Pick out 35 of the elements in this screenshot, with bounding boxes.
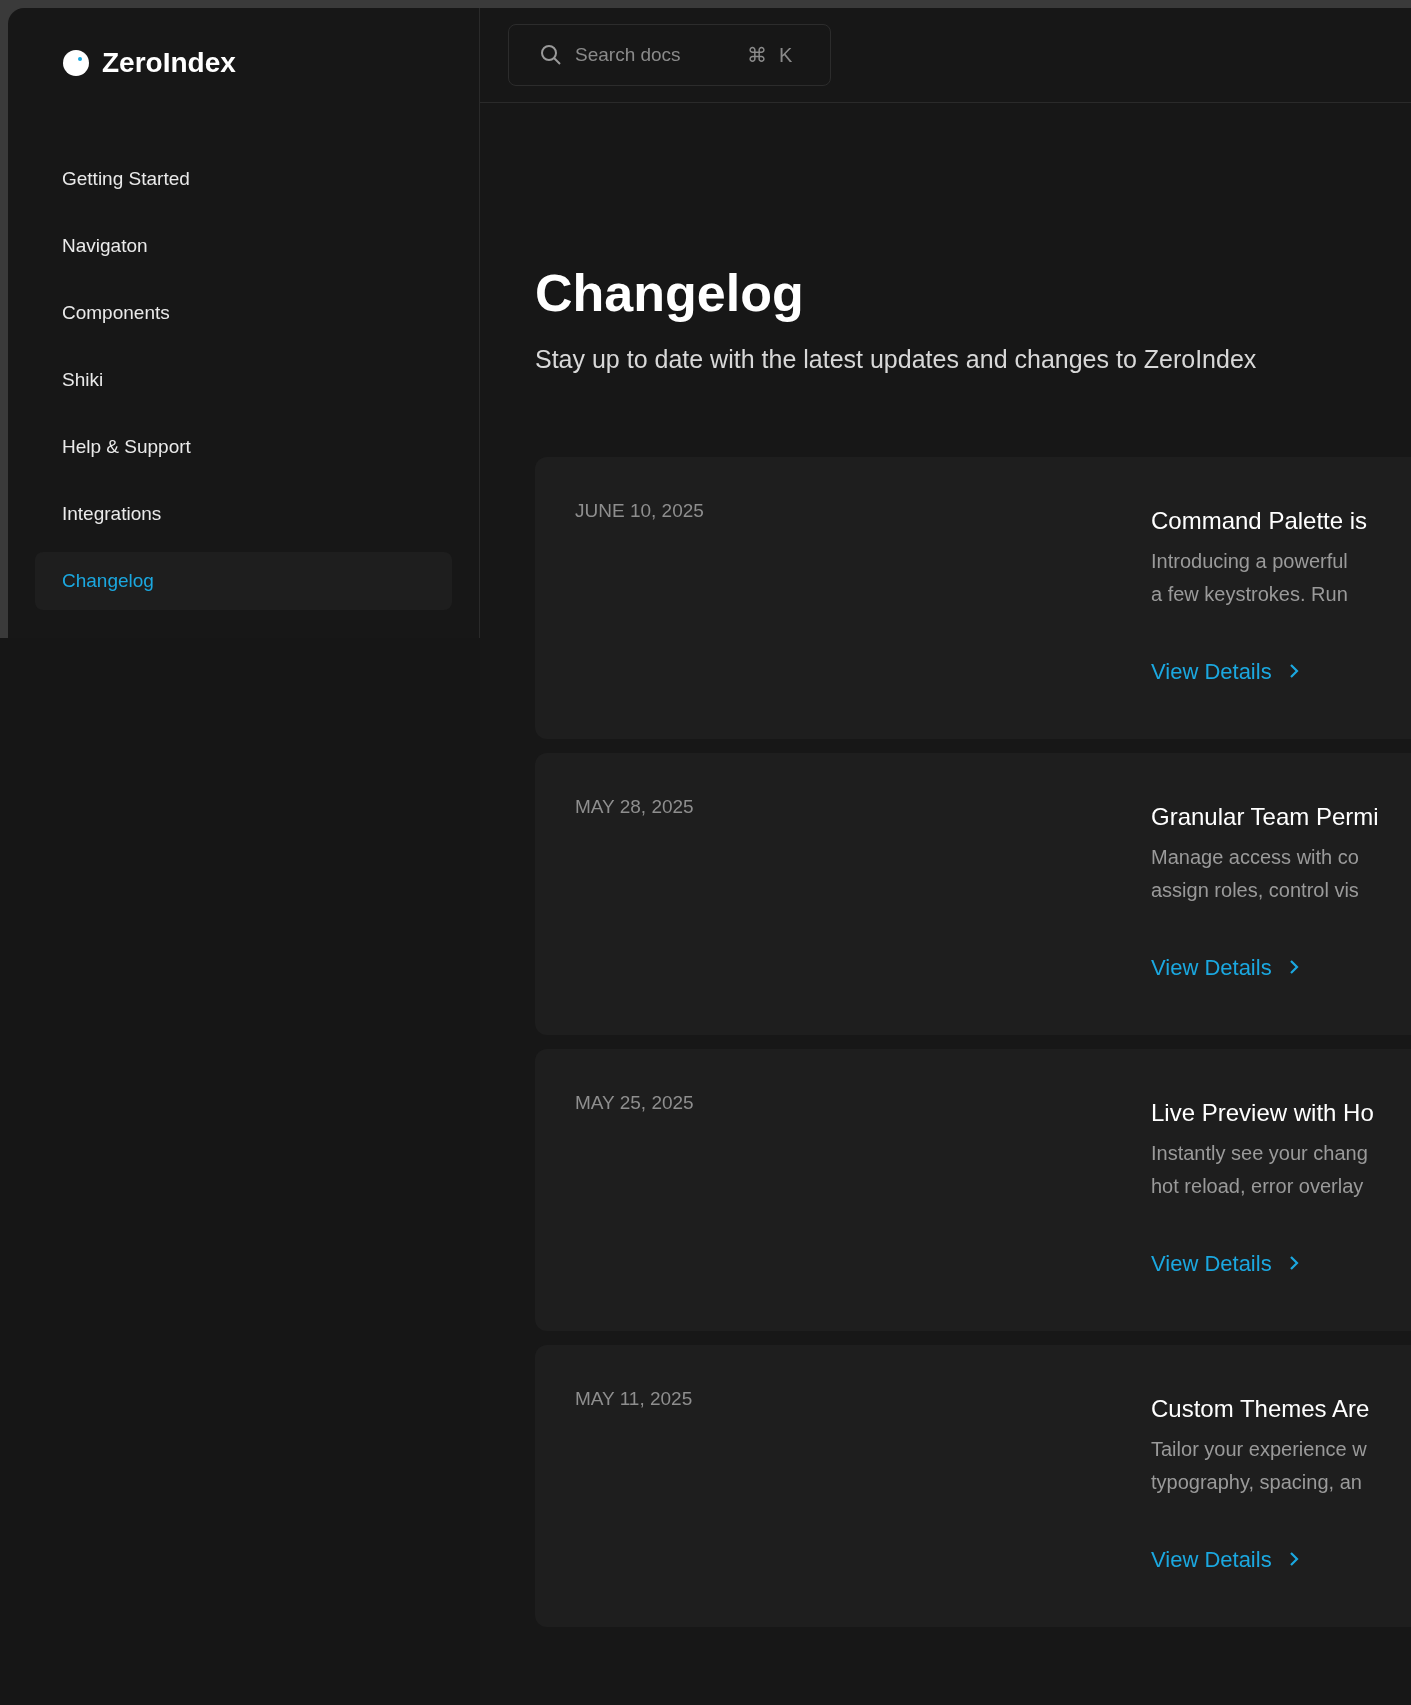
chevron-right-icon bbox=[1287, 959, 1300, 975]
chevron-right-icon bbox=[1287, 663, 1300, 679]
entry-title: Granular Team Permi bbox=[1151, 801, 1380, 832]
search-icon bbox=[539, 43, 563, 67]
view-details-link[interactable]: View Details bbox=[1151, 1542, 1410, 1576]
sidebar-item[interactable]: Integrations bbox=[35, 485, 452, 543]
logo-icon bbox=[62, 49, 90, 77]
entry-description: Manage access with co assign roles, control vis bbox=[1151, 844, 1360, 903]
entry-description: Introducing a powerful a few keystrokes. Run bbox=[1151, 548, 1349, 607]
entry-description: Instantly see your chang hot reload, error overlay bbox=[1151, 1140, 1369, 1199]
page-title: Changelog bbox=[535, 263, 805, 323]
view-details-link[interactable]: View Details bbox=[1151, 654, 1410, 688]
sidebar-item[interactable]: Getting Started bbox=[35, 150, 452, 208]
sidebar-item[interactable]: Changelog bbox=[35, 552, 452, 610]
shortcut-hint: ⌘ K bbox=[747, 43, 793, 68]
entry-date: MAY 28, 2025 bbox=[575, 794, 695, 817]
entry-title: Command Palette is bbox=[1151, 505, 1369, 536]
chevron-right-icon bbox=[1287, 1255, 1300, 1271]
chevron-right-icon bbox=[1287, 1551, 1300, 1567]
sidebar-item[interactable]: Shiki bbox=[35, 351, 452, 409]
view-details-link[interactable]: View Details bbox=[1151, 1246, 1410, 1280]
sidebar-item[interactable]: Help & Support bbox=[35, 418, 452, 476]
entry-title: Custom Themes Are bbox=[1151, 1393, 1371, 1424]
entry-date: JUNE 10, 2025 bbox=[575, 498, 705, 521]
search-field[interactable]: Search docs ⌘ K bbox=[508, 24, 831, 86]
sidebar-item[interactable]: Navigaton bbox=[35, 217, 452, 275]
sidebar-item[interactable]: Components bbox=[35, 284, 452, 342]
search-input[interactable]: Search docs bbox=[575, 40, 735, 70]
brand-name: ZeroIndex bbox=[102, 48, 236, 78]
entry-date: MAY 25, 2025 bbox=[575, 1090, 695, 1113]
view-details-link[interactable]: View Details bbox=[1151, 950, 1410, 984]
entry-date: MAY 11, 2025 bbox=[575, 1386, 694, 1409]
entry-description: Tailor your experience w typography, spacing, an bbox=[1151, 1436, 1368, 1495]
entry-title: Live Preview with Ho bbox=[1151, 1097, 1375, 1128]
page-subtitle: Stay up to date with the latest updates and changes to ZeroIndex bbox=[535, 344, 1258, 375]
